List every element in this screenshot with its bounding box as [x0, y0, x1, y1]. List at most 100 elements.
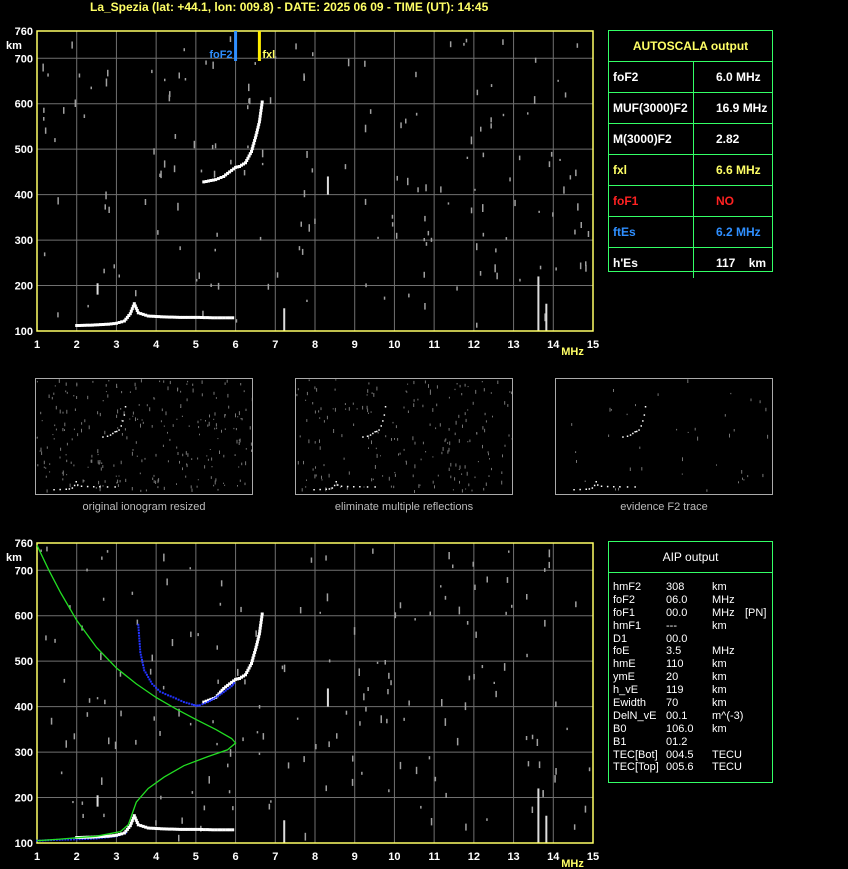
thumb-noise — [167, 386, 169, 391]
noise-dot — [164, 78, 166, 82]
blue-trace-dot — [192, 704, 195, 706]
noise-dot — [358, 668, 360, 676]
f2-trace-dot — [252, 653, 256, 657]
noise-dot — [427, 230, 430, 236]
noise-dot — [240, 606, 242, 613]
thumb-noise — [59, 456, 61, 459]
es-trace-dot — [107, 834, 110, 838]
thumb-noise — [95, 487, 97, 489]
noise-dot — [555, 267, 557, 271]
thumb-noise — [214, 480, 216, 485]
noise-dot — [364, 198, 367, 205]
noise-dot — [554, 775, 556, 783]
es-trace-dot — [175, 315, 179, 319]
f2-trace-dot — [253, 651, 257, 654]
thumb-noise — [191, 488, 193, 492]
blue-trace-dot — [141, 661, 144, 664]
noise-dot — [179, 246, 181, 251]
f2-trace-dot — [250, 150, 253, 153]
thumb-noise — [176, 418, 178, 420]
noise-dot — [325, 555, 327, 561]
f2-trace-dot — [259, 621, 263, 624]
noise-dot — [301, 248, 304, 255]
es-trace-dot — [146, 314, 150, 318]
blue-trace-dot — [151, 682, 154, 685]
thumb-noise — [319, 439, 320, 443]
f2-trace-dot — [259, 109, 263, 112]
autoscala-row: foF2 6.0 MHz — [609, 62, 772, 93]
f2-trace-dot — [258, 629, 262, 633]
thumb-trace — [374, 486, 376, 488]
noise-dot — [347, 58, 350, 67]
noise-dot — [576, 43, 579, 48]
noise-dot — [162, 685, 165, 690]
noise-dot — [526, 653, 528, 658]
noise-dot — [490, 84, 493, 87]
es-trace-dot — [228, 316, 232, 320]
noise-dot — [227, 763, 229, 768]
f2-trace-dot — [259, 623, 263, 627]
thumb-trace — [588, 488, 591, 490]
noise-dot — [287, 762, 290, 769]
thumb-noise — [413, 399, 415, 402]
aip-row: hmE 110 km — [609, 658, 772, 671]
noise-dot — [428, 756, 431, 760]
thumb-noise — [626, 413, 628, 416]
thumb-noise — [91, 454, 93, 458]
thumb-noise — [482, 444, 483, 449]
aip-row: D1 00.0 — [609, 633, 772, 646]
es-trace-dot — [109, 834, 113, 838]
x-tick-label: 5 — [193, 339, 199, 351]
thumb-noise — [370, 411, 372, 413]
blue-trace-dot — [224, 689, 227, 692]
thumb-noise — [235, 428, 237, 431]
thumb-noise — [213, 391, 215, 395]
noise-dot — [216, 742, 218, 746]
thumb-noise — [466, 471, 468, 476]
noise-dot — [247, 145, 249, 149]
thumb-noise — [320, 407, 322, 411]
noise-dot — [159, 173, 161, 177]
y-tick-label: 200 — [15, 793, 33, 805]
thumb-noise — [70, 461, 72, 464]
thumb-noise — [217, 488, 219, 491]
thumb-noise — [762, 473, 764, 478]
f2-trace-dot — [256, 637, 260, 641]
thumb-noise — [181, 415, 183, 417]
thumb-noise — [132, 415, 134, 417]
thumb-noise — [60, 447, 62, 451]
noise-dot — [403, 717, 405, 721]
thumb-noise — [407, 410, 409, 413]
thumb-noise — [233, 427, 235, 430]
noise-dot — [372, 548, 374, 554]
thumb-noise — [319, 417, 321, 419]
thumb-noise — [129, 391, 131, 393]
thumb-noise — [65, 454, 67, 456]
aip-param-name: hmF1 — [613, 619, 642, 632]
es-trace-dot — [77, 324, 81, 327]
thumb-noise — [444, 439, 446, 443]
noise-dot — [474, 584, 476, 590]
noise-dot — [464, 702, 467, 711]
thumb-trace — [593, 484, 596, 487]
aip-param-value: 004.5 — [666, 748, 694, 761]
aip-param-unit: km — [712, 619, 727, 632]
noise-dot — [548, 161, 551, 168]
noise-dot — [259, 236, 262, 241]
autoscala-value: 2.82 — [693, 124, 772, 154]
thumb-noise — [352, 402, 354, 405]
thumb-noise — [66, 442, 68, 446]
noise-dot — [299, 607, 302, 614]
es-trace-dot — [205, 316, 209, 320]
thumb-noise — [153, 397, 155, 400]
noise-dot — [88, 698, 91, 703]
thumb-noise — [227, 393, 229, 398]
thumb-trace — [77, 484, 79, 486]
thumb-noise — [191, 458, 193, 460]
y-tick-label: 700 — [15, 53, 33, 65]
es-trace-dot — [183, 315, 187, 319]
autoscala-row: h'Es 117 km — [609, 248, 772, 278]
noise-dot — [306, 299, 308, 302]
thumb-trace — [123, 414, 126, 416]
thumb-noise — [454, 432, 456, 436]
